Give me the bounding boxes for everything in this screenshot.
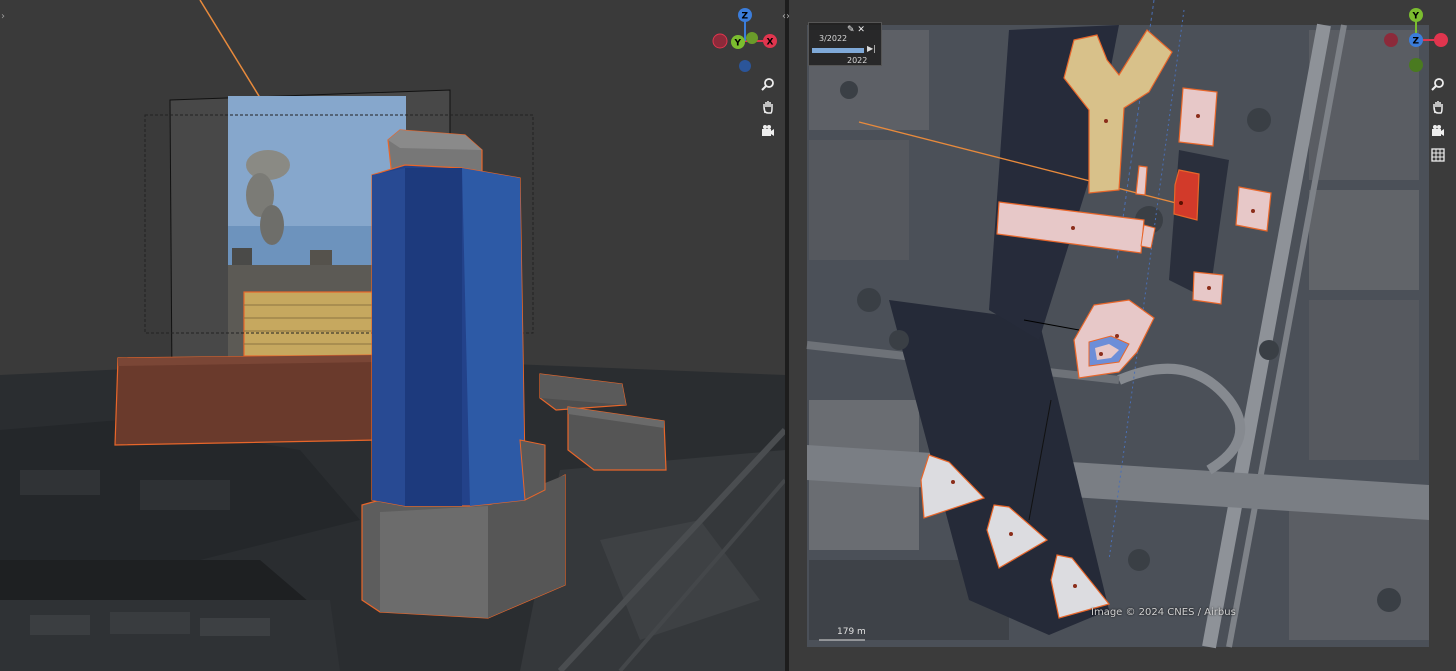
timeline-tools-icon[interactable]: ✎ ✕ (847, 25, 865, 35)
scene-3d (0, 0, 785, 671)
viewport-3d-perspective[interactable]: › X Z Y (0, 0, 785, 671)
zoom-icon[interactable] (1428, 74, 1448, 94)
timeline-widget[interactable]: ✎ ✕ 3/2022 ▶| 2022 (808, 22, 882, 66)
imagery-copyright: Image © 2024 CNES / Airbus (1091, 607, 1236, 618)
hand-pan-icon[interactable] (1428, 97, 1448, 117)
timeline-slider[interactable] (812, 48, 864, 53)
satellite-map (806, 0, 1429, 649)
viewport-top-view[interactable]: ✎ ✕ 3/2022 ▶| 2022 Image © 2024 CNES / A… (789, 0, 1456, 671)
slab-building (114, 354, 379, 446)
timeline-date: 3/2022 (819, 34, 848, 43)
timeline-year: 2022 (847, 56, 868, 65)
hand-pan-icon[interactable] (758, 97, 778, 117)
camera-icon[interactable] (758, 121, 778, 141)
map-scale-label: 179 m (837, 627, 866, 637)
timeline-next-icon[interactable]: ▶| (867, 44, 876, 53)
grid-icon[interactable] (1428, 145, 1448, 165)
zoom-icon[interactable] (758, 74, 778, 94)
camera-icon[interactable] (1428, 121, 1448, 141)
